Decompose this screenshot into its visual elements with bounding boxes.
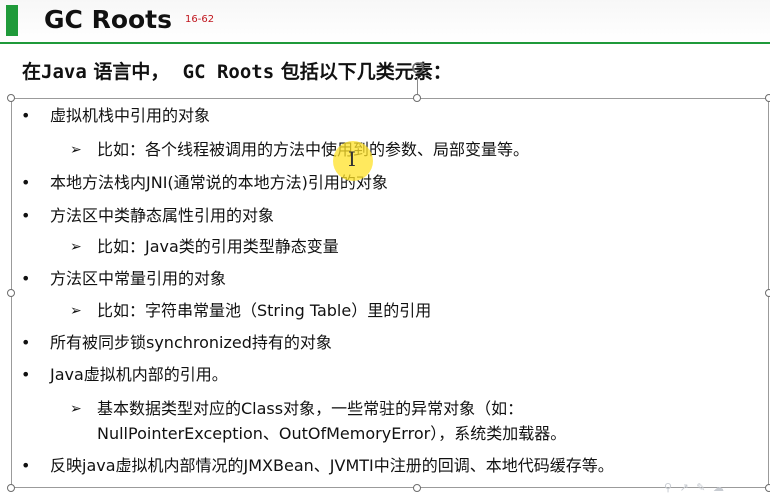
- sub-bullet-item: 基本数据类型对应的Class对象，一些常驻的异常对象（如：: [97, 399, 524, 418]
- resize-handle-middle-right[interactable]: [765, 289, 770, 297]
- bullet-icon: •: [21, 106, 31, 125]
- sub-bullet-item: 比如：各个线程被调用的方法中使用到的参数、局部变量等。: [97, 140, 530, 159]
- rotate-handle-stem: [417, 76, 418, 94]
- sub-bullet-item: 比如：Java类的引用类型静态变量: [97, 237, 339, 256]
- resize-handle-top-left[interactable]: [7, 94, 15, 102]
- bullet-item: Java虚拟机内部的引用。: [50, 365, 228, 384]
- bullet-item: 反映java虚拟机内部情况的JMXBean、JVMTI中注册的回调、本地代码缓存…: [50, 456, 614, 475]
- resize-handle-bottom-right[interactable]: [765, 484, 770, 492]
- watermark-icons: ⚲ ↗ ✎ ☁: [664, 481, 726, 494]
- rotate-handle-icon[interactable]: [411, 61, 425, 75]
- arrow-bullet-icon: ➢: [70, 142, 82, 158]
- bullet-icon: •: [21, 269, 31, 288]
- resize-handle-bottom-center[interactable]: [413, 484, 421, 492]
- arrow-bullet-icon: ➢: [70, 303, 82, 319]
- intro-suffix: 包括以下几类元素：: [274, 61, 452, 83]
- bullet-icon: •: [21, 333, 31, 352]
- title-accent-bar: [6, 5, 18, 36]
- page-marker: 16-62: [185, 14, 215, 25]
- ibeam-cursor-icon: I: [348, 147, 356, 171]
- intro-java: Java: [41, 61, 87, 83]
- sub-bullet-item-continuation: NullPointerException、OutOfMemoryError），系…: [97, 424, 567, 443]
- bullet-item: 本地方法栈内JNI(通常说的本地方法)引用的对象: [50, 173, 388, 192]
- intro-line: 在Java 语言中， GC Roots 包括以下几类元素：: [22, 58, 452, 86]
- bullet-icon: •: [21, 173, 31, 192]
- bullet-icon: •: [21, 365, 31, 384]
- intro-middle: 语言中，: [86, 61, 183, 83]
- bullet-item: 所有被同步锁synchronized持有的对象: [50, 333, 332, 352]
- bullet-icon: •: [21, 206, 31, 225]
- resize-handle-top-right[interactable]: [765, 94, 770, 102]
- resize-handle-top-center[interactable]: [413, 94, 421, 102]
- bullet-item: 方法区中常量引用的对象: [50, 269, 227, 288]
- header-divider: [0, 42, 770, 44]
- resize-handle-middle-left[interactable]: [7, 289, 15, 297]
- intro-gc-roots: GC Roots: [182, 61, 275, 83]
- sub-bullet-item: 比如：字符串常量池（String Table）里的引用: [97, 301, 432, 320]
- bullet-item: 虚拟机栈中引用的对象: [50, 106, 211, 125]
- intro-prefix: 在: [22, 61, 42, 83]
- bullet-icon: •: [21, 456, 31, 475]
- resize-handle-bottom-left[interactable]: [7, 484, 15, 492]
- bullet-item: 方法区中类静态属性引用的对象: [50, 206, 275, 225]
- arrow-bullet-icon: ➢: [70, 401, 82, 417]
- arrow-bullet-icon: ➢: [70, 239, 82, 255]
- slide-title: GC Roots: [44, 5, 173, 34]
